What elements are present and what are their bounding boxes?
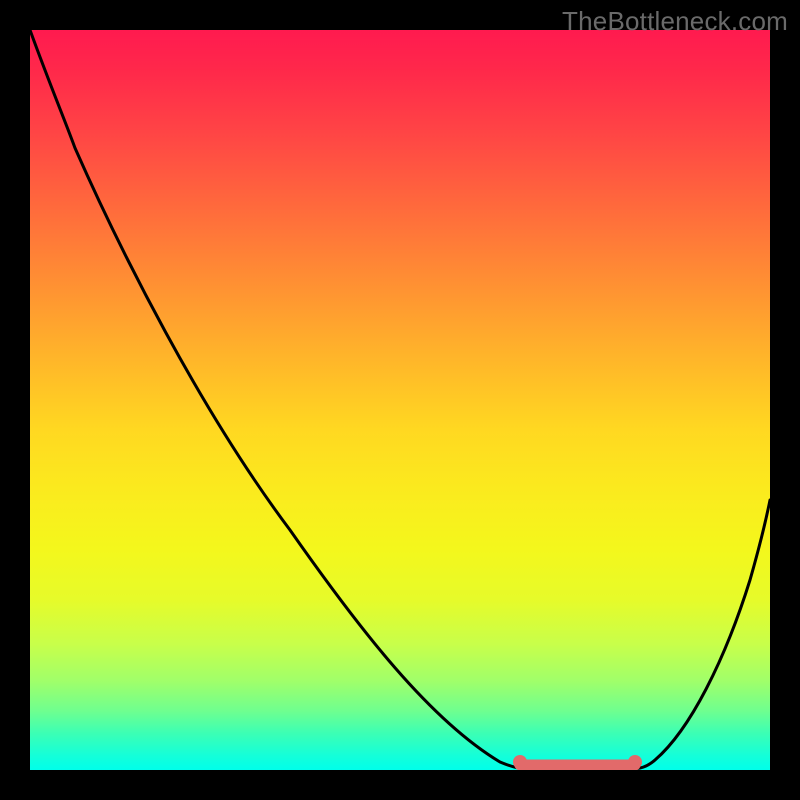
watermark-text: TheBottleneck.com <box>562 6 788 37</box>
highlight-dot-right <box>628 755 642 769</box>
bottleneck-curve <box>30 30 770 769</box>
chart-container: TheBottleneck.com <box>0 0 800 800</box>
highlight-dot-left <box>513 755 527 769</box>
plot-area <box>30 30 770 770</box>
curve-layer <box>30 30 770 770</box>
